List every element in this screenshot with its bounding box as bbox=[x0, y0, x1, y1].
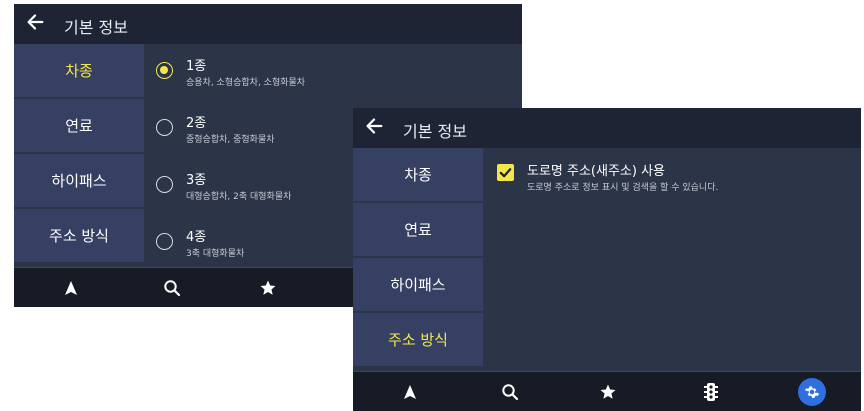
option-title: 1종 bbox=[186, 59, 207, 74]
sidebar-item-label: 연료 bbox=[65, 117, 93, 135]
page-title: 기본 정보 bbox=[64, 18, 128, 37]
radio-button[interactable] bbox=[156, 119, 173, 136]
sidebar-item-hipass[interactable]: 하이패스 bbox=[353, 258, 483, 313]
checkmark-icon bbox=[499, 168, 512, 178]
option-subtitle: 승용차, 소형승합차, 소형화물차 bbox=[186, 78, 306, 88]
sidebar-item-address-mode[interactable]: 주소 방식 bbox=[14, 209, 144, 264]
address-mode-settings: 도로명 주소(새주소) 사용 도로명 주소로 정보 표시 및 검색을 할 수 있… bbox=[485, 148, 861, 371]
sidebar-item-hipass[interactable]: 하이패스 bbox=[14, 154, 144, 209]
setting-description: 도로명 주소로 정보 표시 및 검색을 할 수 있습니다. bbox=[527, 183, 719, 193]
back-arrow-icon[interactable] bbox=[363, 115, 389, 141]
bottom-nav-bar bbox=[353, 371, 861, 411]
option-title: 3종 bbox=[186, 173, 207, 188]
sidebar-item-label: 차종 bbox=[65, 62, 93, 80]
option-subtitle: 대형승합차, 2축 대형화물차 bbox=[186, 192, 292, 202]
star-icon[interactable] bbox=[596, 372, 620, 411]
checkbox-checked[interactable] bbox=[497, 164, 514, 181]
navigation-arrow-icon[interactable] bbox=[59, 268, 83, 307]
option-title: 4종 bbox=[186, 230, 207, 245]
page-title: 기본 정보 bbox=[403, 122, 467, 141]
radio-button[interactable] bbox=[156, 233, 173, 250]
sidebar-item-vehicle-type[interactable]: 차종 bbox=[14, 44, 144, 99]
traffic-light-icon[interactable] bbox=[699, 372, 723, 411]
radio-button[interactable] bbox=[156, 176, 173, 193]
sidebar-item-label: 하이패스 bbox=[51, 172, 107, 190]
option-subtitle: 중형승합차, 중형화물차 bbox=[186, 135, 275, 145]
radio-button-selected[interactable] bbox=[156, 62, 173, 79]
header: 기본 정보 bbox=[14, 4, 522, 44]
sidebar: 차종 연료 하이패스 주소 방식 bbox=[353, 148, 483, 368]
header: 기본 정보 bbox=[353, 108, 861, 148]
settings-button[interactable] bbox=[796, 372, 828, 411]
option-title: 2종 bbox=[186, 116, 207, 131]
sidebar-item-label: 하이패스 bbox=[390, 276, 446, 294]
back-arrow-icon[interactable] bbox=[24, 11, 50, 37]
search-icon[interactable] bbox=[498, 372, 522, 411]
navigation-arrow-icon[interactable] bbox=[398, 372, 422, 411]
sidebar-item-fuel[interactable]: 연료 bbox=[353, 203, 483, 258]
search-icon[interactable] bbox=[160, 268, 184, 307]
sidebar-item-label: 주소 방식 bbox=[388, 331, 448, 349]
sidebar-item-label: 주소 방식 bbox=[49, 227, 109, 245]
option-subtitle: 3축 대형화물차 bbox=[186, 249, 245, 259]
sidebar-item-address-mode[interactable]: 주소 방식 bbox=[353, 313, 483, 368]
sidebar-item-vehicle-type[interactable]: 차종 bbox=[353, 148, 483, 203]
sidebar-item-label: 연료 bbox=[404, 221, 432, 239]
sidebar-item-fuel[interactable]: 연료 bbox=[14, 99, 144, 154]
star-icon[interactable] bbox=[256, 268, 280, 307]
setting-title: 도로명 주소(새주소) 사용 bbox=[527, 164, 666, 179]
sidebar: 차종 연료 하이패스 주소 방식 bbox=[14, 44, 144, 264]
address-mode-screen: 기본 정보 차종 연료 하이패스 주소 방식 도로명 주소(새주소) 사용 도로… bbox=[353, 108, 861, 411]
sidebar-item-label: 차종 bbox=[404, 166, 432, 184]
option-class-1[interactable]: 1종 승용차, 소형승합차, 소형화물차 bbox=[146, 44, 522, 101]
gear-icon bbox=[798, 378, 826, 406]
